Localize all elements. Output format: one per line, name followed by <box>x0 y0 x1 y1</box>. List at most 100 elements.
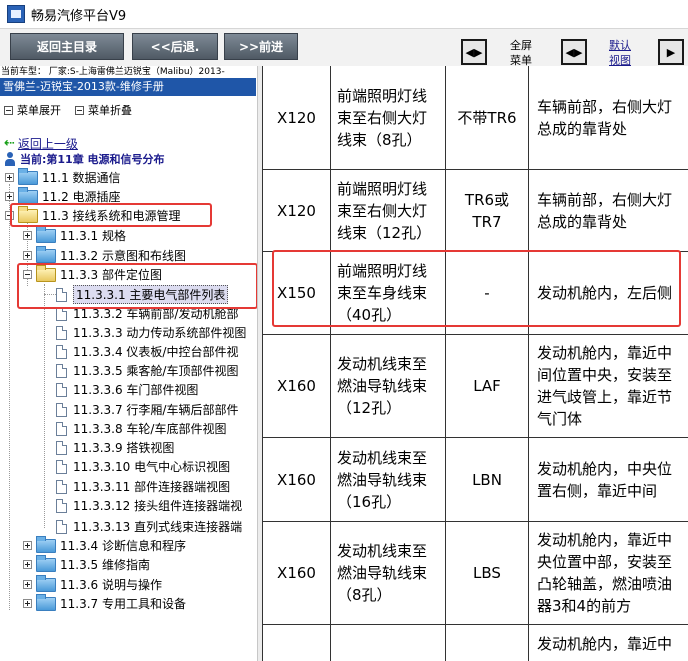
expand-icon[interactable] <box>23 231 32 240</box>
location-line: 车辆前部，右侧大灯 <box>537 97 673 116</box>
expand-icon[interactable] <box>5 173 14 182</box>
folder-icon <box>36 225 56 243</box>
tree-guide-line <box>9 184 10 610</box>
location-cell: 发动机舱内，靠近中 <box>528 625 688 661</box>
name-line: （8孔） <box>337 586 392 604</box>
tree-item-label: 11.1 数据通信 <box>42 171 121 185</box>
tree-item-label: 11.3.5 维修指南 <box>60 558 150 572</box>
location-line: 间位置中央，安装至 <box>537 366 673 384</box>
document-icon <box>56 402 67 417</box>
connector-code-cell: X120 <box>262 66 330 169</box>
location-cell: 车辆前部，右侧大灯 总成的靠背处 <box>528 170 688 251</box>
forward-button[interactable]: >>前进 <box>224 33 298 60</box>
folder-icon <box>36 554 56 572</box>
split-view-icon[interactable]: ◀▶ <box>561 39 587 65</box>
tree-item-11-3-3-5[interactable]: 11.3.3.5 乘客舱/车顶部件视图 <box>56 361 238 380</box>
tree-item-11-3-3-9[interactable]: 11.3.3.9 搭铁视图 <box>56 438 174 457</box>
expand-icon[interactable] <box>23 251 32 260</box>
option-line: TR6或 <box>464 190 510 209</box>
tree-guide-line <box>44 284 45 528</box>
tree-item-11-3-3-12[interactable]: 11.3.3.12 接头组件连接器端视 <box>56 496 242 515</box>
tree-item-label: 11.3.7 专用工具和设备 <box>60 597 186 611</box>
document-icon <box>56 498 67 513</box>
table-row: X120 前端照明灯线 束至右侧大灯 线束（8孔） 不带TR6 车辆前部，右侧大灯总… <box>262 66 688 170</box>
tree-item-11-3-2[interactable]: 11.3.2 示意图和布线图 <box>23 245 186 265</box>
tree-item-11-3[interactable]: 11.3 接线系统和电源管理 <box>5 205 181 225</box>
expand-icon[interactable] <box>23 541 32 550</box>
tree-item-11-3-6[interactable]: 11.3.6 说明与操作 <box>23 574 162 594</box>
table-row: X160 发动机线束至 燃油导轨线束 （12孔） LAF 发动机舱内，靠近中 间位置中… <box>262 335 688 438</box>
default-view-line1: 默认 <box>609 39 631 52</box>
tree-item-label: 11.3.3.8 车轮/车底部件视图 <box>73 422 227 436</box>
menu-expand-button[interactable]: 菜单展开 <box>4 102 61 118</box>
expand-icon[interactable] <box>23 580 32 589</box>
tree-item-11-2[interactable]: 11.2 电源插座 <box>5 186 121 206</box>
tree-item-11-3-3-13[interactable]: 11.3.3.13 直列式线束连接器端 <box>56 517 242 536</box>
collapse-icon[interactable] <box>23 270 32 279</box>
folder-icon <box>36 245 56 263</box>
tree-item-label: 11.2 电源插座 <box>42 190 121 204</box>
location-cell: 发动机舱内，靠近中 央位置中部，安装至 凸轮轴盖，燃油喷油 器3和4的前方 <box>528 522 688 624</box>
tree-item-11-3-3-3[interactable]: 11.3.3.3 动力传动系统部件视图 <box>56 323 246 342</box>
location-line: 进气歧管上，靠近节 <box>537 388 673 406</box>
menu-collapse-button[interactable]: 菜单折叠 <box>75 102 132 118</box>
fullscreen-menu-icon[interactable]: ◀▶ <box>461 39 487 65</box>
tree-item-11-3-3-7[interactable]: 11.3.3.7 行李厢/车辆后部部件 <box>56 400 238 419</box>
name-line: 燃油导轨线束 <box>337 564 428 582</box>
table-row: X150 前端照明灯线 束至车身线束 （40孔） - 发动机舱内，左后侧 <box>262 252 688 335</box>
folder-icon <box>36 535 56 553</box>
location-line: 气门体 <box>537 410 583 428</box>
name-line: 束至右侧大灯 <box>337 201 428 220</box>
document-icon <box>56 382 67 397</box>
fullscreen-menu-label[interactable]: 全屏 菜单 <box>505 38 537 68</box>
connector-code-cell <box>262 625 330 661</box>
table-row: 发动机舱内，靠近中 <box>262 625 688 661</box>
location-cell: 发动机舱内，中央位 置右侧，靠近中间 <box>528 438 688 521</box>
tree-item-11-3-3-11[interactable]: 11.3.3.11 部件连接器端视图 <box>56 477 230 496</box>
tree-item-label: 11.3.3.9 搭铁视图 <box>73 441 175 455</box>
connector-name-cell: 前端照明灯线 束至右侧大灯 线束（8孔） <box>330 66 445 169</box>
expand-icon[interactable] <box>23 560 32 569</box>
tree-item-11-3-5[interactable]: 11.3.5 维修指南 <box>23 554 150 574</box>
option-cell: TR6或 TR7 <box>445 170 528 251</box>
tree-item-label: 11.3 接线系统和电源管理 <box>42 209 181 223</box>
connector-code-cell: X120 <box>262 170 330 251</box>
tree-item-11-3-4[interactable]: 11.3.4 诊断信息和程序 <box>23 535 186 555</box>
document-icon <box>56 363 67 378</box>
folder-icon <box>36 593 56 611</box>
document-icon <box>56 440 67 455</box>
document-icon <box>56 287 67 302</box>
tree-item-11-3-3-6[interactable]: 11.3.3.6 车门部件视图 <box>56 380 198 399</box>
back-button[interactable]: <<后退. <box>132 33 218 60</box>
tree-item-11-3-7[interactable]: 11.3.7 专用工具和设备 <box>23 593 186 613</box>
collapse-icon[interactable] <box>5 211 14 220</box>
folder-icon <box>18 167 38 185</box>
tree-item-11-3-3[interactable]: 11.3.3 部件定位图 <box>23 264 162 284</box>
location-line: 置右侧，靠近中间 <box>537 481 658 500</box>
current-chapter-label: 当前:第11章 电源和信号分布 <box>20 152 165 166</box>
window-title: 畅易汽修平台V9 <box>31 8 127 24</box>
location-line: 器3和4的前方 <box>537 597 632 615</box>
tree-item-11-3-3-2[interactable]: 11.3.3.2 车辆前部/发动机舱部 <box>56 304 238 323</box>
connector-name-cell: 前端照明灯线 束至右侧大灯 线束（12孔） <box>330 170 445 251</box>
current-vehicle-line: 当前车型： 厂家:S-上海雷佛兰迈锐宝（Malibu）2013- <box>0 66 260 78</box>
document-icon <box>56 459 67 474</box>
tree-item-11-3-3-1[interactable]: 11.3.3.1 主要电气部件列表 <box>56 285 229 304</box>
tree-item-11-3-1[interactable]: 11.3.1 规格 <box>23 225 126 245</box>
content-only-icon[interactable]: ▶ <box>658 39 684 65</box>
tree-item-label: 11.3.2 示意图和布线图 <box>60 249 186 263</box>
name-line: 发动机线束至 <box>337 542 428 560</box>
table-row: X160 发动机线束至 燃油导轨线束 （8孔） LBS 发动机舱内，靠近中 央位置中部… <box>262 522 688 625</box>
expand-icon[interactable] <box>5 192 14 201</box>
tree-item-label: 11.3.3 部件定位图 <box>60 268 162 282</box>
default-view-link[interactable]: 默认 视图 <box>604 38 636 68</box>
back-to-main-button[interactable]: 返回主目录 <box>10 33 124 60</box>
tree-item-11-1[interactable]: 11.1 数据通信 <box>5 167 121 187</box>
tree-item-11-3-3-8[interactable]: 11.3.3.8 车轮/车底部件视图 <box>56 419 226 438</box>
tree-item-11-3-3-10[interactable]: 11.3.3.10 电气中心标识视图 <box>56 457 230 476</box>
location-cell: 发动机舱内，靠近中 间位置中央，安装至 进气歧管上，靠近节 气门体 <box>528 335 688 437</box>
option-cell: LBN <box>445 438 528 521</box>
expand-icon[interactable] <box>23 599 32 608</box>
tree-item-11-3-3-4[interactable]: 11.3.3.4 仪表板/中控台部件视 <box>56 342 238 361</box>
open-folder-icon <box>18 205 38 223</box>
